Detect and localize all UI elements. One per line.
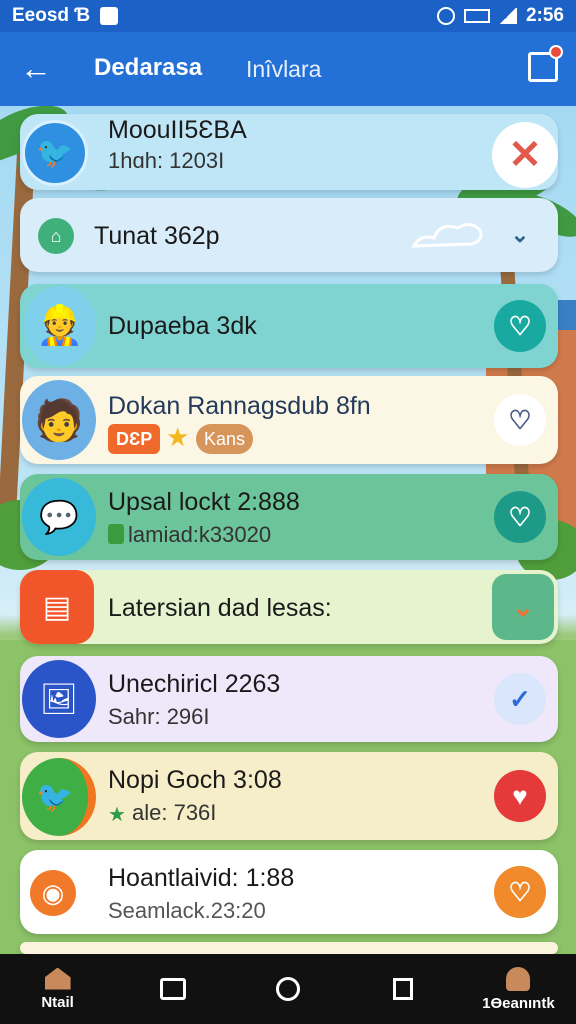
nav-compass[interactable] [230, 954, 345, 1024]
nav-home[interactable]: Ntail [0, 954, 115, 1024]
check-icon[interactable]: ⌄ [492, 574, 554, 640]
item-subtitle: 1hɑh: 1203I [108, 148, 225, 173]
status-badge: DƐP [108, 424, 161, 454]
heart-icon[interactable]: ♡ [494, 866, 546, 918]
item-subtitle: ale: 736I [132, 800, 217, 825]
app-bar: ← Dedarasa Inîvlara [0, 32, 576, 106]
nav-square[interactable] [346, 954, 461, 1024]
heart-icon[interactable]: ♡ [494, 491, 546, 543]
gallery-icon: 🖼 [22, 660, 96, 738]
item-title: MoouII5ƐBA [108, 116, 247, 144]
close-icon[interactable]: ✕ [492, 122, 558, 188]
item-title: Upsal lockt 2:888 [108, 488, 300, 516]
app-subtitle[interactable]: Inîvlara [246, 56, 321, 83]
list-item[interactable]: 💬 Upsal lockt 2:888 lamiad:k33020 ♡ [20, 474, 558, 560]
star-icon: ★ [166, 422, 190, 452]
item-title: Dokan Rannagsdub 8fn [108, 392, 371, 420]
nav-label: 1Ɵeanıntk [482, 994, 555, 1012]
twitter-bird-icon: 🐦 [22, 758, 96, 836]
app-title: Dedarasa [94, 54, 203, 81]
alarm-icon [436, 7, 455, 25]
item-title: Nopi Goch 3:08 [108, 766, 282, 794]
item-subtitle: Seamlack.23:20 [108, 898, 266, 923]
chevron-down-icon[interactable]: ⌄ [494, 209, 546, 261]
home-icon: ⌂ [38, 218, 74, 254]
status-bar: Eeosd Ɓ 2:56 [0, 0, 576, 32]
list-item[interactable]: 🧑 Dokan Rannagsdub 8fn DƐP ★ Kans ♡ [20, 376, 558, 464]
list-item[interactable]: 👷 Dupaeba 3dk ♡ [20, 284, 558, 368]
nav-tablet[interactable] [115, 954, 230, 1024]
heart-icon[interactable]: ♥ [494, 770, 546, 822]
check-icon[interactable]: ✓ [494, 673, 546, 725]
flame-icon: ◉ [30, 870, 76, 916]
item-title: Hoantlaivid: 1:88 [108, 864, 295, 892]
notification-dot [549, 45, 563, 59]
cloud-icon [411, 223, 483, 248]
calendar-icon: ▤ [20, 570, 94, 644]
heart-icon[interactable]: ♡ [494, 300, 546, 352]
signal-icon [498, 8, 517, 24]
item-subtitle: lamiad:k33020 [128, 522, 272, 547]
chat-star-icon: 💬 [22, 478, 96, 556]
nav-profile[interactable]: 1Ɵeanıntk [461, 954, 576, 1024]
compass-icon [276, 977, 300, 1001]
leaf-icon [108, 524, 124, 544]
back-arrow-icon[interactable]: ← [20, 52, 54, 86]
heart-outline-icon[interactable]: ♡ [494, 394, 546, 446]
list-item[interactable] [20, 942, 558, 954]
status-badge: Kans [196, 424, 254, 454]
item-title: Latersian dad lesas: [108, 594, 332, 622]
battery-icon [463, 9, 490, 23]
tablet-icon [159, 978, 186, 1000]
list-item[interactable]: ◉ Hoantlaivid: 1:88 Seamlack.23:20 ♡ [20, 850, 558, 934]
item-subtitle: Sahr: 296I [108, 704, 210, 729]
notification-icon [100, 7, 119, 25]
item-title: Tunat 362p [94, 222, 220, 250]
carrier-text: Eeosd Ɓ [12, 5, 91, 26]
nav-label: Ntail [41, 993, 74, 1011]
list-item[interactable]: 🖼 Unechiricl 2263 Sahr: 296I ✓ [20, 656, 558, 742]
item-title: Dupaeba 3dk [108, 312, 257, 340]
item-title: Unechiricl 2263 [108, 670, 281, 698]
menu-icon[interactable] [528, 45, 563, 82]
status-time: 2:56 [525, 5, 564, 26]
list-item[interactable]: ⌂ Tunat 362p ⌄ [20, 198, 558, 272]
home-icon [44, 967, 71, 990]
bottom-nav: Ntail 1Ɵeanıntk [0, 954, 576, 1024]
star-icon: ★ [108, 804, 126, 826]
list-item[interactable]: 🐦 Nopi Goch 3:08 ★ ale: 736I ♥ [20, 752, 558, 840]
profile-icon [506, 966, 531, 991]
list-item[interactable]: ▤ Latersian dad lesas: ⌄ [20, 570, 558, 644]
avatar-worker-icon: 👷 [24, 286, 96, 366]
list-item[interactable]: 🐦 MoouII5ƐBA 1hɑh: 1203I ✕ [20, 114, 558, 190]
avatar-man-icon: 🧑 [22, 380, 96, 460]
square-icon [393, 978, 414, 1000]
twitter-bird-icon: 🐦 [22, 120, 88, 186]
